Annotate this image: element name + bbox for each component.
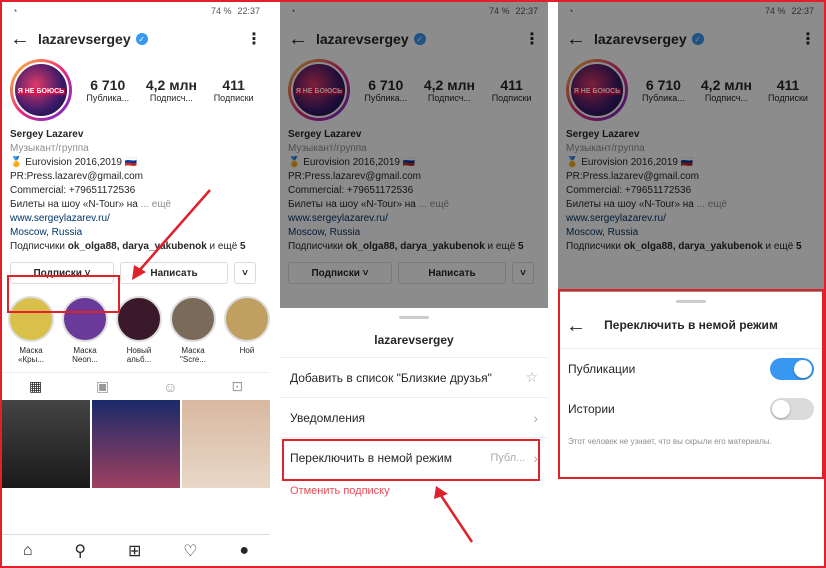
arrow-line <box>137 189 211 273</box>
arrow-line <box>438 493 474 543</box>
annotation-arrows <box>132 189 474 543</box>
arrow-head <box>132 265 146 280</box>
